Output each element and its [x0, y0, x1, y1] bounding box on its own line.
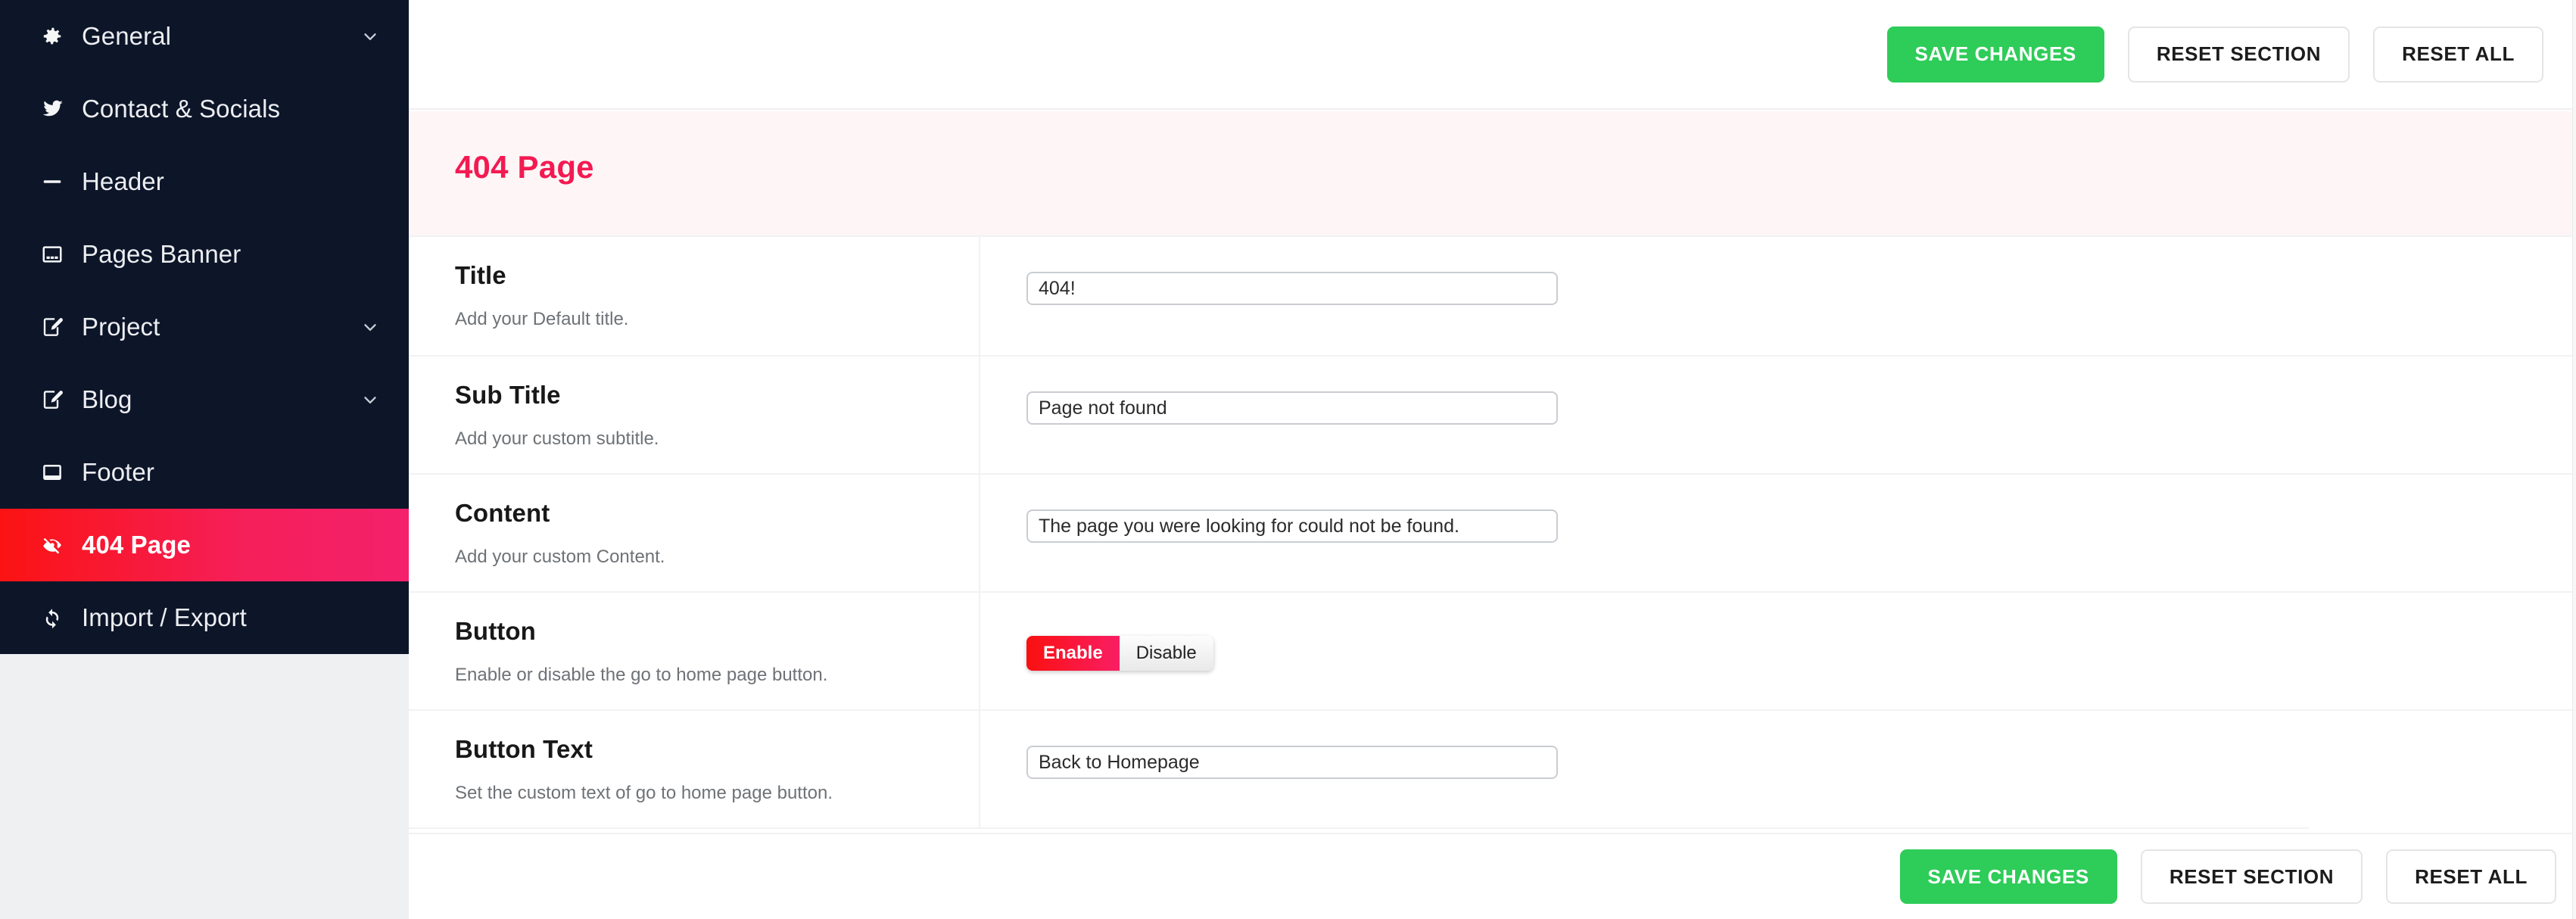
banner-icon — [41, 243, 74, 266]
reset-section-button-bottom[interactable]: RESET SECTION — [2140, 849, 2363, 904]
enable-disable-toggle: Enable Disable — [1026, 636, 1213, 671]
sidebar-item-label: Footer — [82, 458, 154, 486]
column-divider — [979, 237, 980, 355]
field-control — [1026, 272, 1558, 305]
reset-all-button-top[interactable]: RESET ALL — [2373, 26, 2543, 83]
reset-section-button-top[interactable]: RESET SECTION — [2127, 26, 2350, 83]
button-text-input[interactable] — [1026, 746, 1558, 779]
edit-note-icon — [41, 316, 74, 338]
field-control: Enable Disable — [1026, 636, 1213, 671]
sidebar-item-label: Contact & Socials — [82, 95, 281, 123]
column-divider — [979, 711, 980, 827]
field-hint: Add your custom subtitle. — [455, 428, 659, 449]
sidebar-item-404-page[interactable]: 404 Page — [0, 509, 409, 581]
section-banner: 404 Page — [409, 111, 2576, 237]
field-hint: Add your Default title. — [455, 309, 629, 329]
title-input[interactable] — [1026, 272, 1558, 305]
field-label: Title — [455, 261, 506, 289]
content-input[interactable] — [1026, 509, 1558, 543]
footer-icon — [41, 461, 74, 484]
top-action-bar: SAVE CHANGES RESET SECTION RESET ALL — [409, 0, 2576, 110]
settings-page: General Contact & Socials Header Pages Bann… — [0, 0, 2576, 919]
settings-row: Title Add your Default title. — [409, 237, 2576, 357]
main-content: SAVE CHANGES RESET SECTION RESET ALL 404… — [409, 0, 2576, 919]
toggle-option-enable[interactable]: Enable — [1026, 636, 1120, 671]
field-control — [1026, 746, 1558, 779]
sidebar-item-header[interactable]: Header — [0, 145, 409, 218]
field-hint: Enable or disable the go to home page bu… — [455, 665, 828, 685]
sidebar-item-footer[interactable]: Footer — [0, 436, 409, 509]
bottom-action-bar: SAVE CHANGES RESET SECTION RESET ALL — [409, 833, 2576, 919]
field-label: Content — [455, 499, 550, 527]
chevron-down-icon[interactable] — [360, 26, 380, 46]
toggle-option-disable[interactable]: Disable — [1119, 636, 1213, 671]
sidebar-item-label: Blog — [82, 385, 132, 413]
sidebar-item-import-export[interactable]: Import / Export — [0, 581, 409, 654]
settings-row: Content Add your custom Content. — [409, 473, 2576, 593]
save-changes-button-bottom[interactable]: SAVE CHANGES — [1899, 849, 2117, 904]
column-divider — [979, 593, 980, 709]
sidebar-item-general[interactable]: General — [0, 0, 409, 73]
field-label: Button — [455, 617, 536, 645]
sub-title-input[interactable] — [1026, 391, 1558, 425]
twitter-icon — [41, 98, 74, 120]
page-title: 404 Page — [455, 149, 594, 185]
sidebar-item-label: 404 Page — [82, 531, 191, 559]
field-label: Button Text — [455, 735, 593, 763]
sidebar-item-label: Import / Export — [82, 603, 247, 631]
gear-icon — [41, 25, 74, 48]
chevron-down-icon[interactable] — [360, 317, 380, 337]
vertical-scrollbar[interactable] — [2572, 0, 2576, 919]
sidebar-item-label: Header — [82, 167, 164, 195]
settings-rows: Title Add your Default title. Sub Title Add… — [409, 237, 2576, 833]
sidebar-item-label: General — [82, 22, 172, 50]
settings-row: Button Enable or disable the go to home p… — [409, 591, 2576, 711]
field-control — [1026, 509, 1558, 543]
field-label: Sub Title — [455, 381, 561, 409]
edit-note-icon — [41, 388, 74, 411]
settings-row: Sub Title Add your custom subtitle. — [409, 355, 2576, 475]
sidebar-item-project[interactable]: Project — [0, 291, 409, 363]
chevron-down-icon[interactable] — [360, 390, 380, 410]
sidebar-item-pages-banner[interactable]: Pages Banner — [0, 218, 409, 291]
minus-icon — [41, 170, 74, 193]
row-divider — [409, 827, 2309, 829]
sidebar-item-label: Project — [82, 313, 160, 341]
sidebar-item-blog[interactable]: Blog — [0, 363, 409, 436]
column-divider — [979, 357, 980, 473]
field-hint: Set the custom text of go to home page b… — [455, 783, 833, 803]
column-divider — [979, 475, 980, 591]
sidebar-nav: General Contact & Socials Header Pages Bann… — [0, 0, 409, 654]
eye-slash-icon — [41, 534, 74, 556]
sidebar: General Contact & Socials Header Pages Bann… — [0, 0, 409, 919]
settings-row: Button Text Set the custom text of go to … — [409, 709, 2576, 829]
field-control — [1026, 391, 1558, 425]
sidebar-item-label: Pages Banner — [82, 240, 241, 268]
reset-all-button-bottom[interactable]: RESET ALL — [2386, 849, 2556, 904]
save-changes-button-top[interactable]: SAVE CHANGES — [1886, 26, 2104, 83]
field-hint: Add your custom Content. — [455, 547, 665, 567]
sidebar-item-contact-socials[interactable]: Contact & Socials — [0, 73, 409, 145]
sync-icon — [41, 606, 74, 629]
